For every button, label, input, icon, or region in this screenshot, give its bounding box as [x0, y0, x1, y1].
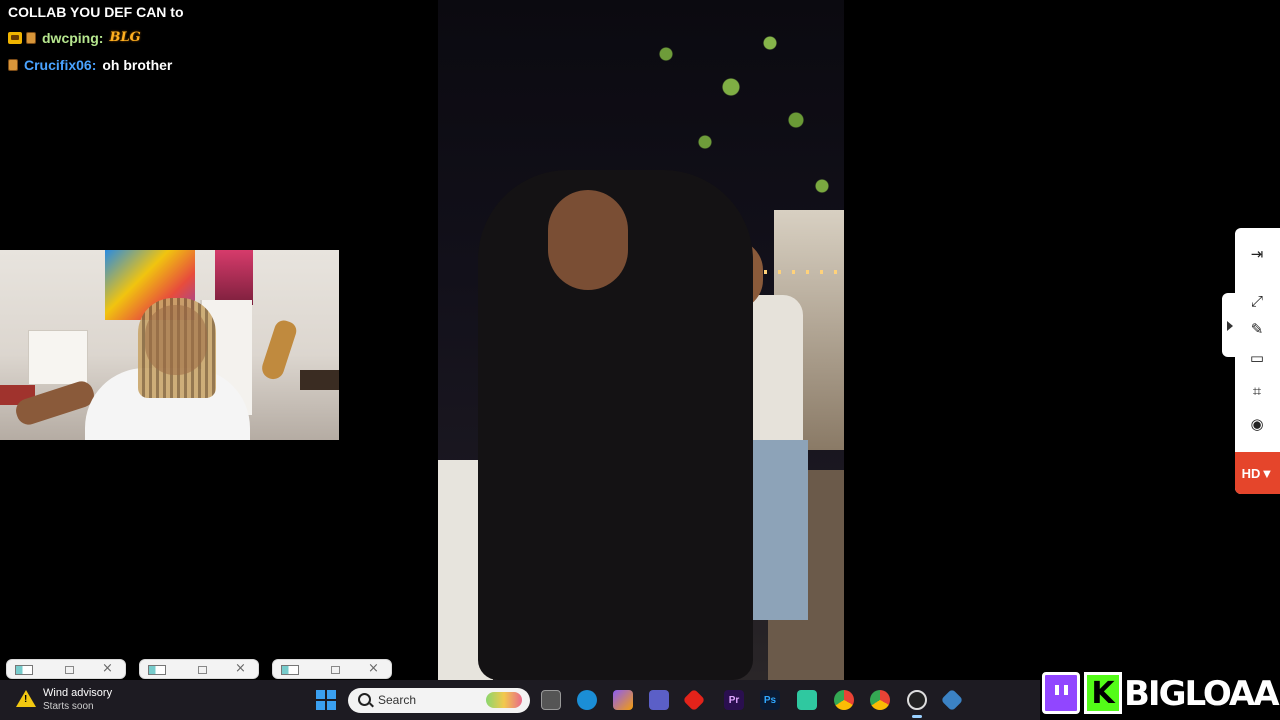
restore-icon[interactable] — [198, 666, 207, 674]
close-icon[interactable]: × — [102, 661, 113, 676]
files-icon[interactable] — [541, 690, 561, 710]
copilot-icon[interactable] — [613, 690, 633, 710]
bench — [300, 370, 339, 390]
guitar — [259, 318, 299, 382]
chat-message: dwcping: BLG — [8, 24, 428, 51]
restore-icon[interactable] — [65, 666, 74, 674]
obs-studio-icon[interactable] — [907, 690, 927, 710]
streamer-watermark: K BIGLOAAF — [1040, 668, 1280, 720]
toolbar-collapse-tab[interactable] — [1222, 293, 1236, 357]
chat-overlay: COLLAB YOU DEF CAN to dwcping: BLG Cruci… — [8, 0, 428, 78]
streamer-head — [145, 305, 207, 375]
desk — [28, 330, 88, 385]
chat-message-text: oh brother — [102, 56, 173, 73]
weather-subtitle[interactable]: Starts soon — [43, 701, 94, 712]
crown-badge-icon — [8, 31, 22, 44]
crop-icon[interactable]: ⌗ — [1248, 382, 1266, 400]
hd-quality-button[interactable]: HD▼ — [1235, 452, 1280, 494]
subscriber-badge-icon — [26, 31, 36, 44]
chat-message: Crucifix06: oh brother — [8, 51, 428, 78]
woman-face — [548, 190, 628, 290]
fullscreen-icon[interactable]: ⤢ — [1248, 292, 1266, 310]
chat-message-text: COLLAB YOU DEF CAN to — [8, 4, 184, 20]
chat-username[interactable]: dwcping — [42, 26, 99, 50]
chat-message: COLLAB YOU DEF CAN to — [8, 0, 428, 24]
kick-logo-icon: K — [1084, 672, 1122, 714]
active-app-indicator — [912, 715, 922, 718]
chrome-beta-icon[interactable] — [834, 690, 854, 710]
search-placeholder: Search — [378, 693, 417, 707]
chat-colon: : — [98, 29, 104, 46]
premiere-icon[interactable]: Pr — [724, 690, 744, 710]
window-thumbnail-icon — [281, 665, 299, 675]
twitch-logo-icon — [1042, 672, 1080, 714]
edge-icon[interactable] — [577, 690, 597, 710]
close-icon[interactable]: × — [368, 661, 379, 676]
subscriber-badge-icon — [8, 58, 18, 71]
start-button[interactable] — [316, 690, 336, 710]
taskbar-search[interactable]: Search — [348, 688, 530, 713]
record-icon[interactable]: ◉ — [1248, 415, 1266, 433]
mini-window[interactable]: × — [139, 659, 259, 679]
window-thumbnail-icon — [148, 665, 166, 675]
chat-username[interactable]: Crucifix06 — [24, 53, 92, 77]
chat-colon: : — [91, 56, 97, 73]
wall-poster — [215, 250, 253, 305]
webcam-feed — [0, 250, 339, 440]
warning-icon[interactable] — [16, 690, 36, 707]
teams-icon[interactable] — [649, 690, 669, 710]
window-thumbnail-icon — [15, 665, 33, 675]
close-icon[interactable]: × — [235, 661, 246, 676]
exit-icon[interactable]: ⇥ — [1248, 245, 1266, 263]
restore-icon[interactable] — [331, 666, 340, 674]
emote-icon: BLG — [109, 29, 141, 45]
windows-logo-icon — [316, 690, 325, 699]
mini-window[interactable]: × — [272, 659, 392, 679]
screenshot-icon[interactable]: ▭ — [1248, 349, 1266, 367]
pen-icon[interactable]: ✎ — [1248, 320, 1266, 338]
weather-title[interactable]: Wind advisory — [43, 687, 112, 699]
search-highlight-icon — [486, 692, 522, 708]
photoshop-icon[interactable]: Ps — [760, 690, 780, 710]
search-icon — [358, 693, 371, 706]
obs-icon[interactable] — [797, 690, 817, 710]
video-player[interactable] — [438, 0, 844, 680]
chrome-icon[interactable] — [870, 690, 890, 710]
streamer-name: BIGLOAAF — [1123, 673, 1280, 715]
mini-window[interactable]: × — [6, 659, 126, 679]
